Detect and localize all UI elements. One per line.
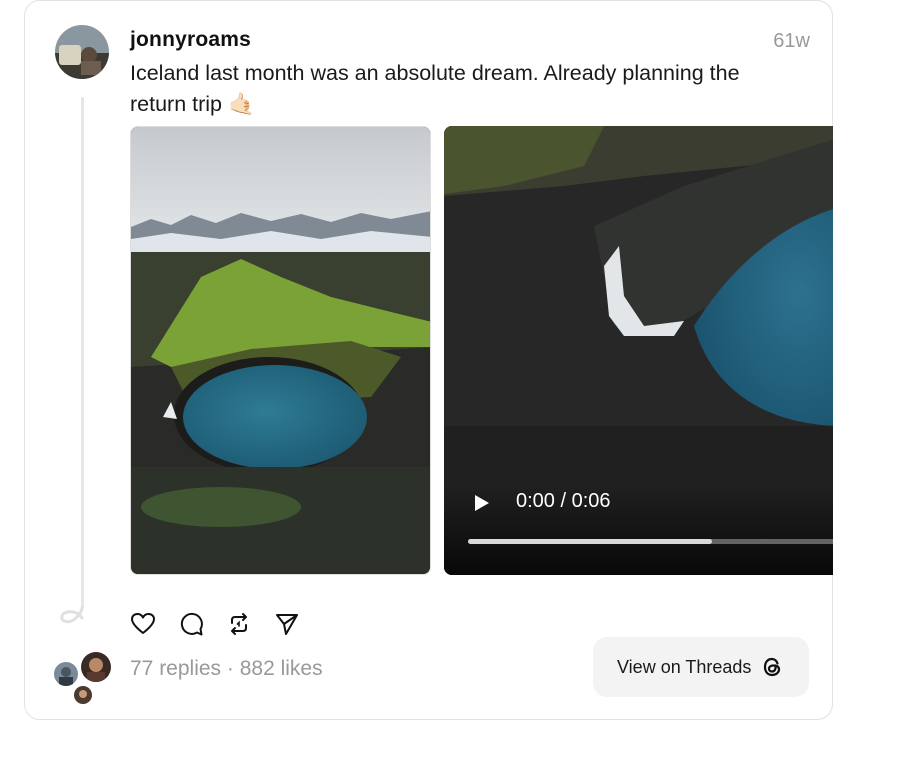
post-stats[interactable]: 77 replies · 882 likes [130, 657, 323, 681]
view-on-threads-label: View on Threads [617, 656, 752, 677]
video-time: 0:00 / 0:06 [516, 490, 611, 512]
view-on-threads-button[interactable]: View on Threads [593, 637, 809, 697]
comment-icon[interactable] [178, 611, 204, 637]
repost-icon[interactable] [226, 611, 252, 637]
photo-crater-lake[interactable] [130, 126, 431, 575]
video-player[interactable]: 0:00 / 0:06 [444, 126, 833, 575]
threads-logo-icon [764, 657, 781, 677]
post-text: Iceland last month was an absolute dream… [130, 61, 740, 116]
replier-avatar [79, 650, 113, 684]
video-controls-overlay [444, 485, 833, 575]
replier-avatar [52, 660, 80, 688]
thread-loop-icon [60, 606, 84, 624]
post-time: 61w [773, 30, 810, 52]
media-gallery[interactable]: 0:00 / 0:06 [130, 126, 833, 576]
username[interactable]: jonnyroams [130, 28, 251, 52]
play-icon[interactable] [474, 494, 490, 512]
replier-avatar [72, 684, 94, 706]
heart-icon[interactable] [130, 611, 156, 637]
thread-line [81, 97, 84, 609]
avatar[interactable] [55, 25, 109, 79]
video-progress-bar[interactable] [468, 539, 833, 544]
share-icon[interactable] [274, 611, 300, 637]
video-progress-fill [468, 539, 713, 544]
